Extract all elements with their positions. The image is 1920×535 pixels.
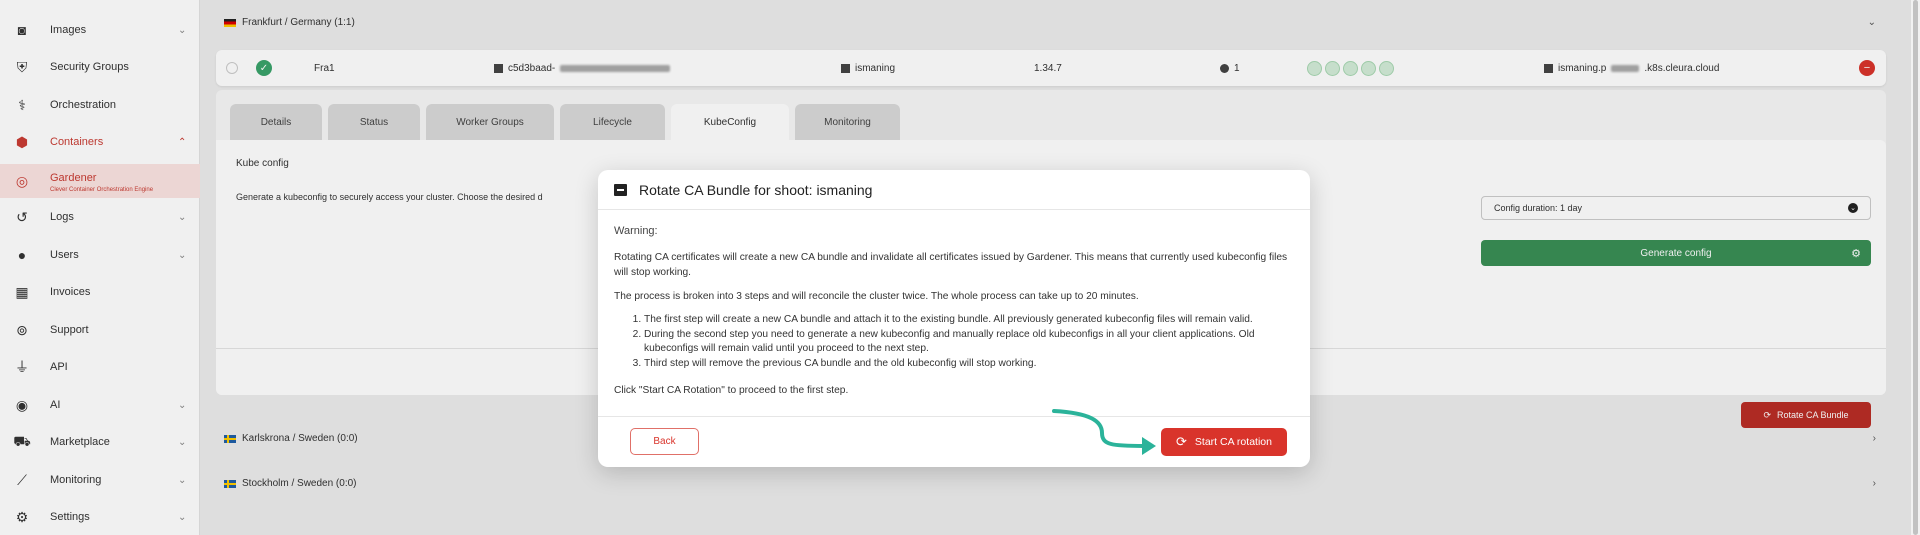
archive-icon [614, 183, 627, 196]
instruction-paragraph: Click "Start CA Rotation" to proceed to … [614, 385, 849, 396]
start-ca-rotation-label: Start CA rotation [1194, 436, 1272, 448]
refresh-icon: ⟳ [1176, 434, 1187, 449]
step-item: During the second step you need to gener… [644, 328, 1294, 357]
warning-paragraph: Rotating CA certificates will create a n… [614, 252, 1288, 278]
annotation-arrow-icon [1052, 409, 1156, 455]
modal-body: Warning: Rotating CA certificates will c… [614, 224, 1294, 407]
modal-footer-divider [598, 416, 1310, 417]
process-paragraph: The process is broken into 3 steps and w… [614, 291, 1139, 302]
scrollbar[interactable] [1910, 0, 1920, 535]
back-button[interactable]: Back [630, 428, 699, 455]
step-item: Third step will remove the previous CA b… [644, 357, 1294, 372]
modal-header: Rotate CA Bundle for shoot: ismaning [598, 170, 1310, 210]
rotate-ca-modal: Rotate CA Bundle for shoot: ismaning War… [598, 170, 1310, 467]
modal-title: Rotate CA Bundle for shoot: ismaning [639, 181, 873, 198]
step-item: The first step will create a new CA bund… [644, 313, 1294, 328]
warning-label: Warning: [614, 225, 658, 237]
start-ca-rotation-button[interactable]: ⟳ Start CA rotation [1161, 428, 1287, 456]
steps-list: The first step will create a new CA bund… [644, 313, 1294, 371]
